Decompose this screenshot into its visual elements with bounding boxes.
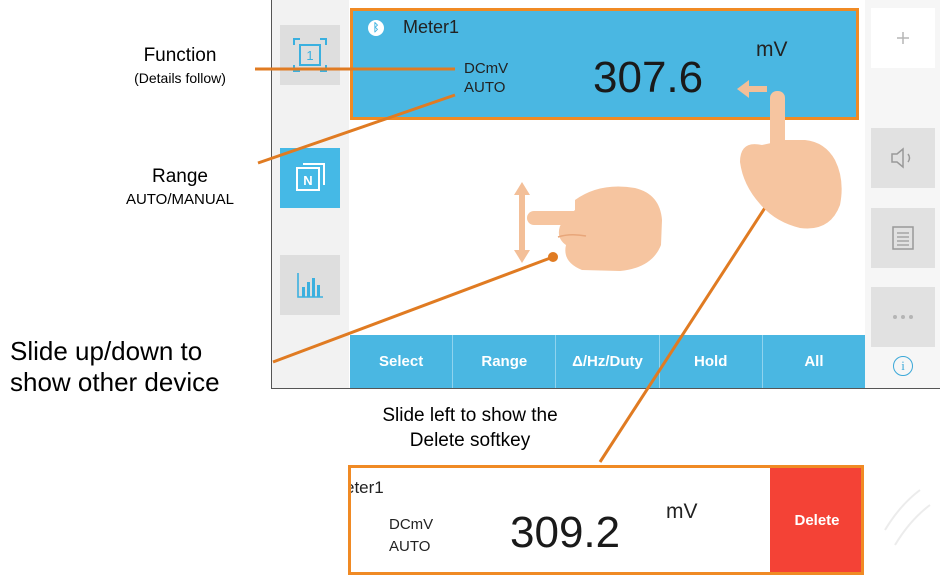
watermark-strokes	[884, 489, 931, 546]
left-arrow-icon	[737, 80, 767, 98]
pointing-hand-icon	[740, 91, 842, 229]
range-callout-line	[257, 93, 456, 165]
updown-arrow-icon	[514, 182, 530, 263]
slide-updown-callout-line	[272, 255, 554, 364]
callout-overlay	[255, 67, 931, 546]
